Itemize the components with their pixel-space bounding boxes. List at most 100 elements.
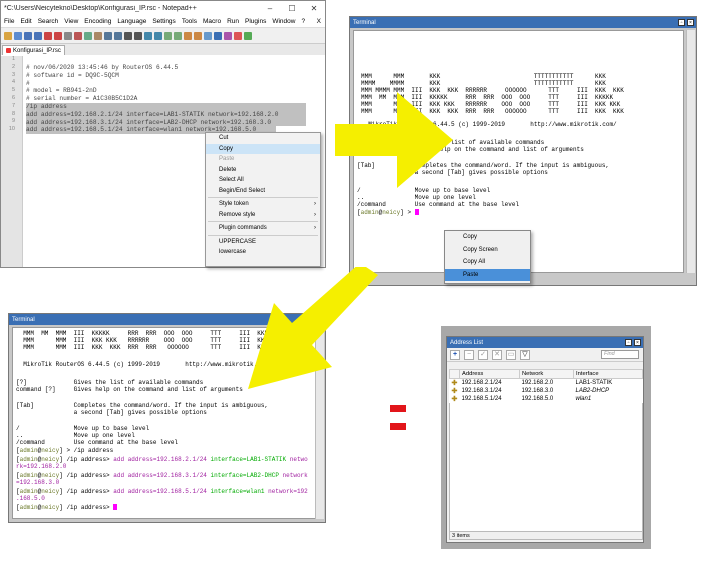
interface-cell: LAB1-STATIK — [575, 380, 613, 386]
close-icon[interactable]: × — [687, 19, 694, 26]
menu-plugins[interactable]: Plugins — [245, 18, 266, 25]
menu-run[interactable]: Run — [227, 18, 239, 25]
column-interface[interactable]: Interface — [573, 369, 643, 379]
network-cell: 192.168.3.0 — [521, 388, 554, 394]
restore-icon[interactable]: ▫ — [625, 339, 632, 346]
address-cell: 192.168.2.1/24 — [461, 380, 502, 386]
menu-item-delete[interactable]: Delete — [206, 165, 320, 176]
menu-edit[interactable]: Edit — [20, 18, 31, 25]
menu-view[interactable]: View — [64, 18, 78, 25]
vertical-scrollbar[interactable] — [686, 30, 695, 273]
table-row[interactable]: ✚ 192.168.3.1/24 192.168.3.0 LAB2-DHCP — [450, 387, 643, 395]
prompt-path: ] /ip address> — [59, 472, 114, 479]
menu-item-copy-screen[interactable]: Copy Screen — [445, 244, 530, 257]
close-all-icon[interactable] — [54, 31, 62, 40]
menu-item-remove-style[interactable]: Remove style › — [206, 210, 320, 221]
menu-separator — [208, 234, 318, 236]
help-line: /command Use command at the base level — [357, 201, 520, 208]
table-row[interactable]: ✚ 192.168.5.1/24 192.168.5.0 wlan1 — [450, 395, 643, 403]
undo-icon[interactable] — [104, 31, 112, 40]
cmd-add: add — [113, 456, 125, 463]
column-flag[interactable] — [449, 369, 460, 379]
code-line: # — [26, 79, 30, 87]
save-all-icon[interactable] — [34, 31, 42, 40]
menu-search[interactable]: Search — [38, 18, 59, 25]
wrap-icon[interactable] — [184, 31, 192, 40]
menu-item-uppercase[interactable]: UPPERCASE — [206, 237, 320, 248]
menu-item-copy-all[interactable]: Copy All — [445, 256, 530, 269]
menu-tools[interactable]: Tools — [182, 18, 197, 25]
open-file-icon[interactable] — [14, 31, 22, 40]
redo-icon[interactable] — [114, 31, 122, 40]
notepad-title: *C:\Users\Neicytekno\Desktop\Konfigurasi… — [4, 4, 197, 12]
address-cell: 192.168.3.1/24 — [461, 388, 502, 394]
menu-window[interactable]: Window — [272, 18, 295, 25]
disable-icon[interactable]: ✕ — [492, 349, 502, 360]
sync-v-icon[interactable] — [164, 31, 172, 40]
find-input[interactable]: Find — [601, 350, 639, 359]
menu-item-style-token[interactable]: Style token › — [206, 199, 320, 210]
copy-icon[interactable] — [84, 31, 92, 40]
column-address[interactable]: Address — [459, 369, 520, 379]
paste-icon[interactable] — [94, 31, 102, 40]
close-button[interactable]: ✕ — [303, 4, 325, 13]
new-file-icon[interactable] — [4, 31, 12, 40]
comment-icon[interactable]: ▭ — [506, 349, 516, 360]
command-line: [admin@neicy] /ip address> add address=1… — [16, 488, 308, 495]
code-line: # software id = DQ9C-5QCM — [26, 71, 119, 79]
menu-item-plugin-commands[interactable]: Plugin commands › — [206, 223, 320, 234]
all-chars-icon[interactable] — [194, 31, 202, 40]
close-file-icon[interactable] — [44, 31, 52, 40]
menu-encoding[interactable]: Encoding — [84, 18, 111, 25]
sync-h-icon[interactable] — [174, 31, 182, 40]
function-list-icon[interactable] — [224, 31, 232, 40]
menu-close-doc[interactable]: X — [317, 18, 321, 25]
minimize-button[interactable]: – — [259, 4, 281, 13]
menu-item-label: Style token — [219, 201, 249, 207]
doc-map-icon[interactable] — [214, 31, 222, 40]
cmd-address: address=192.168.3.1/24 — [127, 472, 207, 479]
address-list-title: Address List — [450, 339, 484, 346]
print-icon[interactable] — [64, 31, 72, 40]
prompt-host: neicy — [382, 209, 401, 216]
menu-language[interactable]: Language — [117, 18, 146, 25]
zoom-in-icon[interactable] — [144, 31, 152, 40]
prompt-host: neicy — [41, 456, 60, 463]
restore-icon[interactable]: ▫ — [678, 19, 685, 26]
address-row-icon: ✚ — [451, 388, 458, 395]
maximize-button[interactable]: ☐ — [281, 4, 303, 13]
menu-file[interactable]: File — [4, 18, 14, 25]
zoom-out-icon[interactable] — [154, 31, 162, 40]
cmd-address: address=192.168.5.1/24 — [127, 488, 207, 495]
interface-cell: wlan1 — [575, 396, 592, 402]
menu-macro[interactable]: Macro — [203, 18, 221, 25]
menu-item-paste[interactable]: Paste — [445, 268, 530, 281]
menu-item-copy[interactable]: Copy — [206, 143, 320, 154]
tab-konfigurasi[interactable]: Konfigurasi_IP.rsc — [2, 45, 65, 55]
menu-item-paste[interactable]: Paste — [206, 154, 320, 165]
find-icon[interactable] — [124, 31, 132, 40]
line-number: 7 — [11, 102, 15, 109]
column-network[interactable]: Network — [519, 369, 574, 379]
cut-icon[interactable] — [74, 31, 82, 40]
replace-icon[interactable] — [134, 31, 142, 40]
menu-help[interactable]: ? — [301, 18, 305, 25]
filter-icon[interactable]: ▽ — [520, 349, 530, 360]
play-macro-icon[interactable] — [244, 31, 252, 40]
menu-settings[interactable]: Settings — [152, 18, 176, 25]
remove-icon[interactable]: − — [464, 349, 474, 360]
down-left-arrow-icon — [248, 267, 378, 389]
close-icon[interactable]: × — [634, 339, 641, 346]
table-row[interactable]: ✚ 192.168.2.1/24 192.168.2.0 LAB1-STATIK — [450, 379, 643, 387]
save-icon[interactable] — [24, 31, 32, 40]
menu-item-begin-end-select[interactable]: Begin/End Select — [206, 186, 320, 197]
logo-line: MMM MMM KKK TTTTTTTTTTT KKK — [361, 73, 606, 80]
record-macro-icon[interactable] — [234, 31, 242, 40]
add-icon[interactable]: + — [450, 349, 460, 360]
menu-item-lowercase[interactable]: lowercase — [206, 247, 320, 258]
menu-item-select-all[interactable]: Select All — [206, 175, 320, 186]
enable-icon[interactable]: ✓ — [478, 349, 488, 360]
indent-guide-icon[interactable] — [204, 31, 212, 40]
menu-item-cut[interactable]: Cut — [206, 133, 320, 144]
menu-item-copy[interactable]: Copy — [445, 231, 530, 244]
